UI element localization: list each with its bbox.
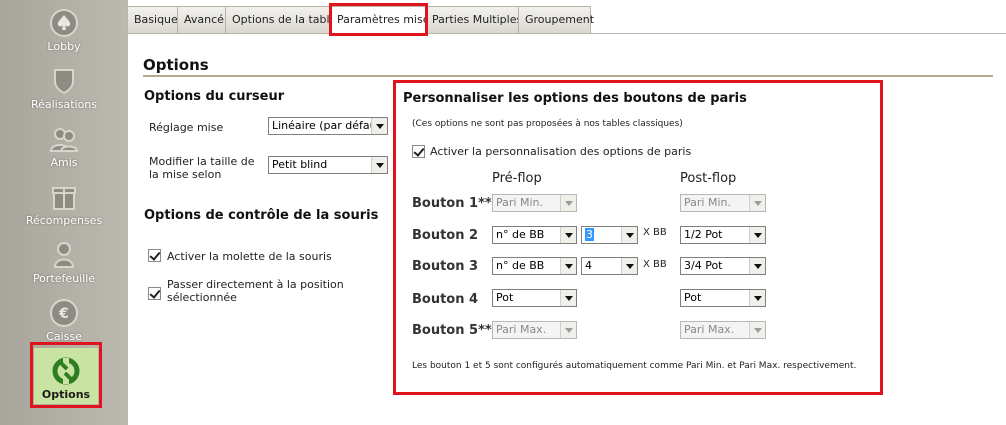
button-5-preflop-select[interactable]: Pari Max. [492,321,577,339]
button-3-label: Bouton 3 [412,259,479,274]
enable-customization-label: Activer la personnalisation des options … [430,145,692,158]
shield-icon [54,69,74,95]
button-1-preflop-select[interactable]: Pari Min. [492,194,577,212]
cursor-options-title: Options du curseur [144,89,285,104]
sidebar-item-lobby[interactable]: Lobby [0,8,128,66]
button-1-label: Bouton 1** [412,196,492,211]
chevron-down-icon [560,290,576,306]
sidebar-item-wallet[interactable]: Portefeuille [0,240,128,298]
tab-basic[interactable]: Basique [127,6,178,33]
chevron-down-icon [371,118,387,134]
tab-advanced[interactable]: Avancé [177,6,226,33]
chevron-down-icon [749,258,765,274]
tab-table-options[interactable]: Options de la table [225,6,336,33]
modify-size-label: Modifier la taille de la mise selon [149,155,255,181]
gift-icon [52,187,76,210]
tab-highlight-box [329,3,428,36]
chevron-down-icon [560,258,576,274]
preflop-header: Pré-flop [492,171,542,186]
page-title: Options [143,56,209,74]
modify-size-select[interactable]: Petit blind [268,156,388,174]
button-5-label: Bouton 5** [412,323,492,338]
button-4-preflop-select[interactable]: Pot [492,289,577,307]
chevron-down-icon [749,322,765,338]
button-4-label: Bouton 4 [412,292,479,307]
button-3-preflop-select[interactable]: n° de BB [492,257,577,275]
tab-grouping[interactable]: Groupement [518,6,594,33]
button-2-postflop-select[interactable]: 1/2 Pot [680,226,766,244]
euro-coin-icon: € [50,299,78,327]
button-1-postflop-select[interactable]: Pari Min. [680,194,766,212]
sidebar-item-rewards[interactable]: Récompenses [0,182,128,240]
enable-customization-checkbox[interactable] [412,145,425,158]
chevron-down-icon [371,157,387,173]
bet-setting-label: Réglage mise [149,121,224,134]
chevron-down-icon [749,227,765,243]
button-3-postflop-select[interactable]: 3/4 Pot [680,257,766,275]
button-2-amount-select[interactable]: 3 [581,226,638,244]
direct-position-checkbox[interactable] [148,287,161,300]
mouse-wheel-label: Activer la molette de la souris [167,250,332,263]
direct-position-label: Passer directement à la position sélecti… [167,278,344,304]
chevron-down-icon [621,227,637,243]
bet-buttons-note: (Ces options ne sont pas proposées à nos… [412,119,683,129]
button-2-xbb-label: X BB [643,227,667,238]
sidebar-item-achievements[interactable]: Réalisations [0,66,128,124]
mouse-wheel-checkbox[interactable] [148,249,161,262]
wallet-user-icon [53,242,75,268]
button-3-amount-select[interactable]: 4 [581,257,638,275]
postflop-header: Post-flop [680,171,737,186]
mouse-options-title: Options de contrôle de la souris [144,208,379,223]
chevron-down-icon [749,195,765,211]
button-3-xbb-label: X BB [643,259,667,270]
button-2-label: Bouton 2 [412,228,479,243]
bet-buttons-title: Personnaliser les options des boutons de… [403,91,747,106]
chevron-down-icon [560,195,576,211]
svg-text:€: € [58,306,69,322]
title-divider [143,75,993,77]
tab-multi-tables[interactable]: Parties Multiples [425,6,522,33]
tab-divider [127,33,1006,34]
button-4-postflop-select[interactable]: Pot [680,289,766,307]
sidebar: Lobby Réalisations Amis Récompenses Port… [0,0,128,425]
options-highlight-box [30,342,102,408]
button-2-preflop-select[interactable]: n° de BB [492,226,577,244]
spade-icon [50,9,78,37]
button-5-postflop-select[interactable]: Pari Max. [680,321,766,339]
chevron-down-icon [560,227,576,243]
chevron-down-icon [749,290,765,306]
chevron-down-icon [621,258,637,274]
friends-icon [49,128,79,152]
chevron-down-icon [560,322,576,338]
bet-buttons-footnote: Les bouton 1 et 5 sont configurés automa… [412,361,857,371]
bet-setting-select[interactable]: Linéaire (par défaut) [268,117,388,135]
sidebar-item-friends[interactable]: Amis [0,124,128,182]
